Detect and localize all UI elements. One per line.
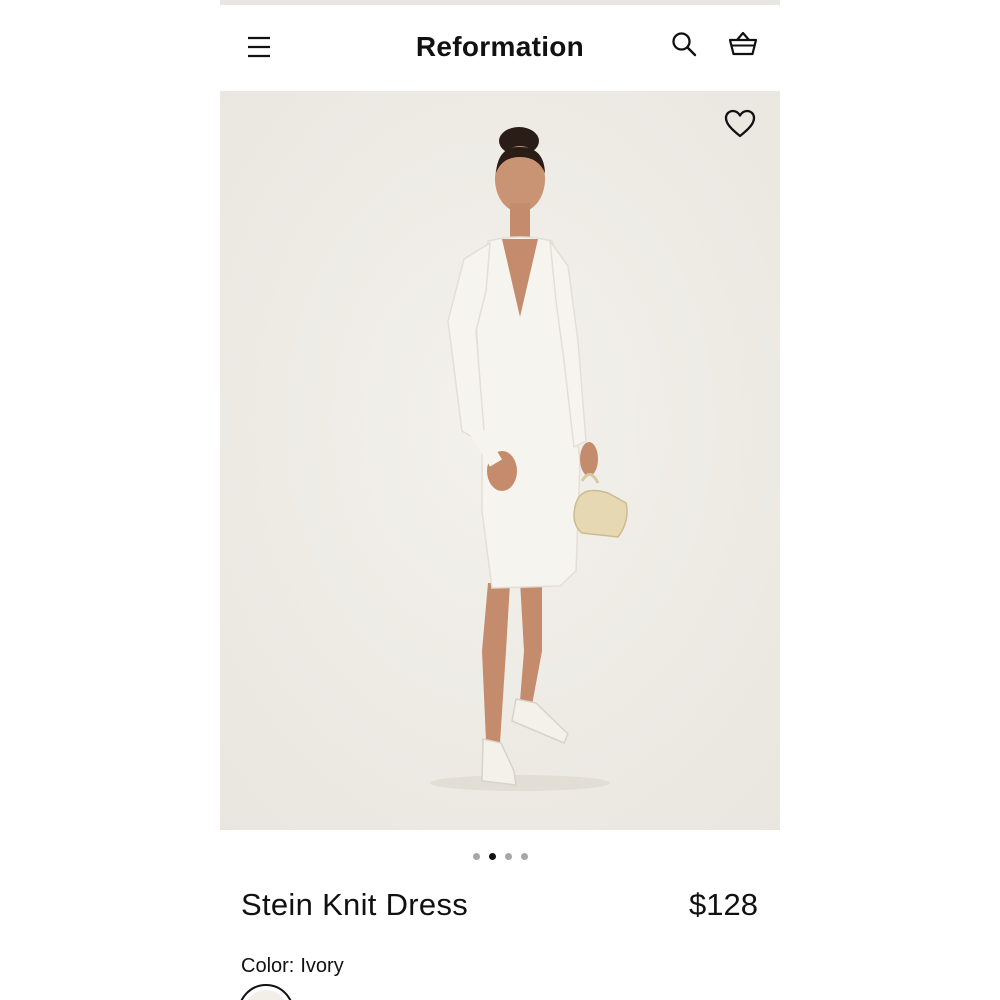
color-label-text: Color: [241, 955, 295, 977]
swatch-fill [244, 990, 288, 1000]
product-page: Reformation Stein Knit Dress $128 Color:… [220, 0, 780, 1000]
search-icon[interactable] [666, 27, 702, 61]
color-selector-label: Color: Ivory [241, 954, 344, 978]
heart-outline-icon[interactable] [720, 105, 760, 143]
selected-color-name: Ivory [300, 955, 344, 977]
pagination-dot-4[interactable] [520, 852, 528, 860]
pagination-dot-2[interactable] [488, 852, 496, 860]
shopping-basket-icon[interactable] [723, 27, 763, 61]
model-photo [220, 91, 780, 830]
product-image[interactable] [220, 91, 780, 830]
brand-logo[interactable]: Reformation [370, 27, 630, 67]
pagination-dot-3[interactable] [504, 852, 512, 860]
pagination-dot-1[interactable] [472, 852, 480, 860]
color-swatch-ivory[interactable] [238, 984, 294, 1000]
hamburger-menu-icon[interactable] [240, 30, 278, 64]
product-title: Stein Knit Dress [241, 887, 469, 922]
product-price: $128 [689, 887, 758, 922]
site-header: Reformation [220, 5, 780, 91]
gallery-pagination [220, 849, 780, 863]
